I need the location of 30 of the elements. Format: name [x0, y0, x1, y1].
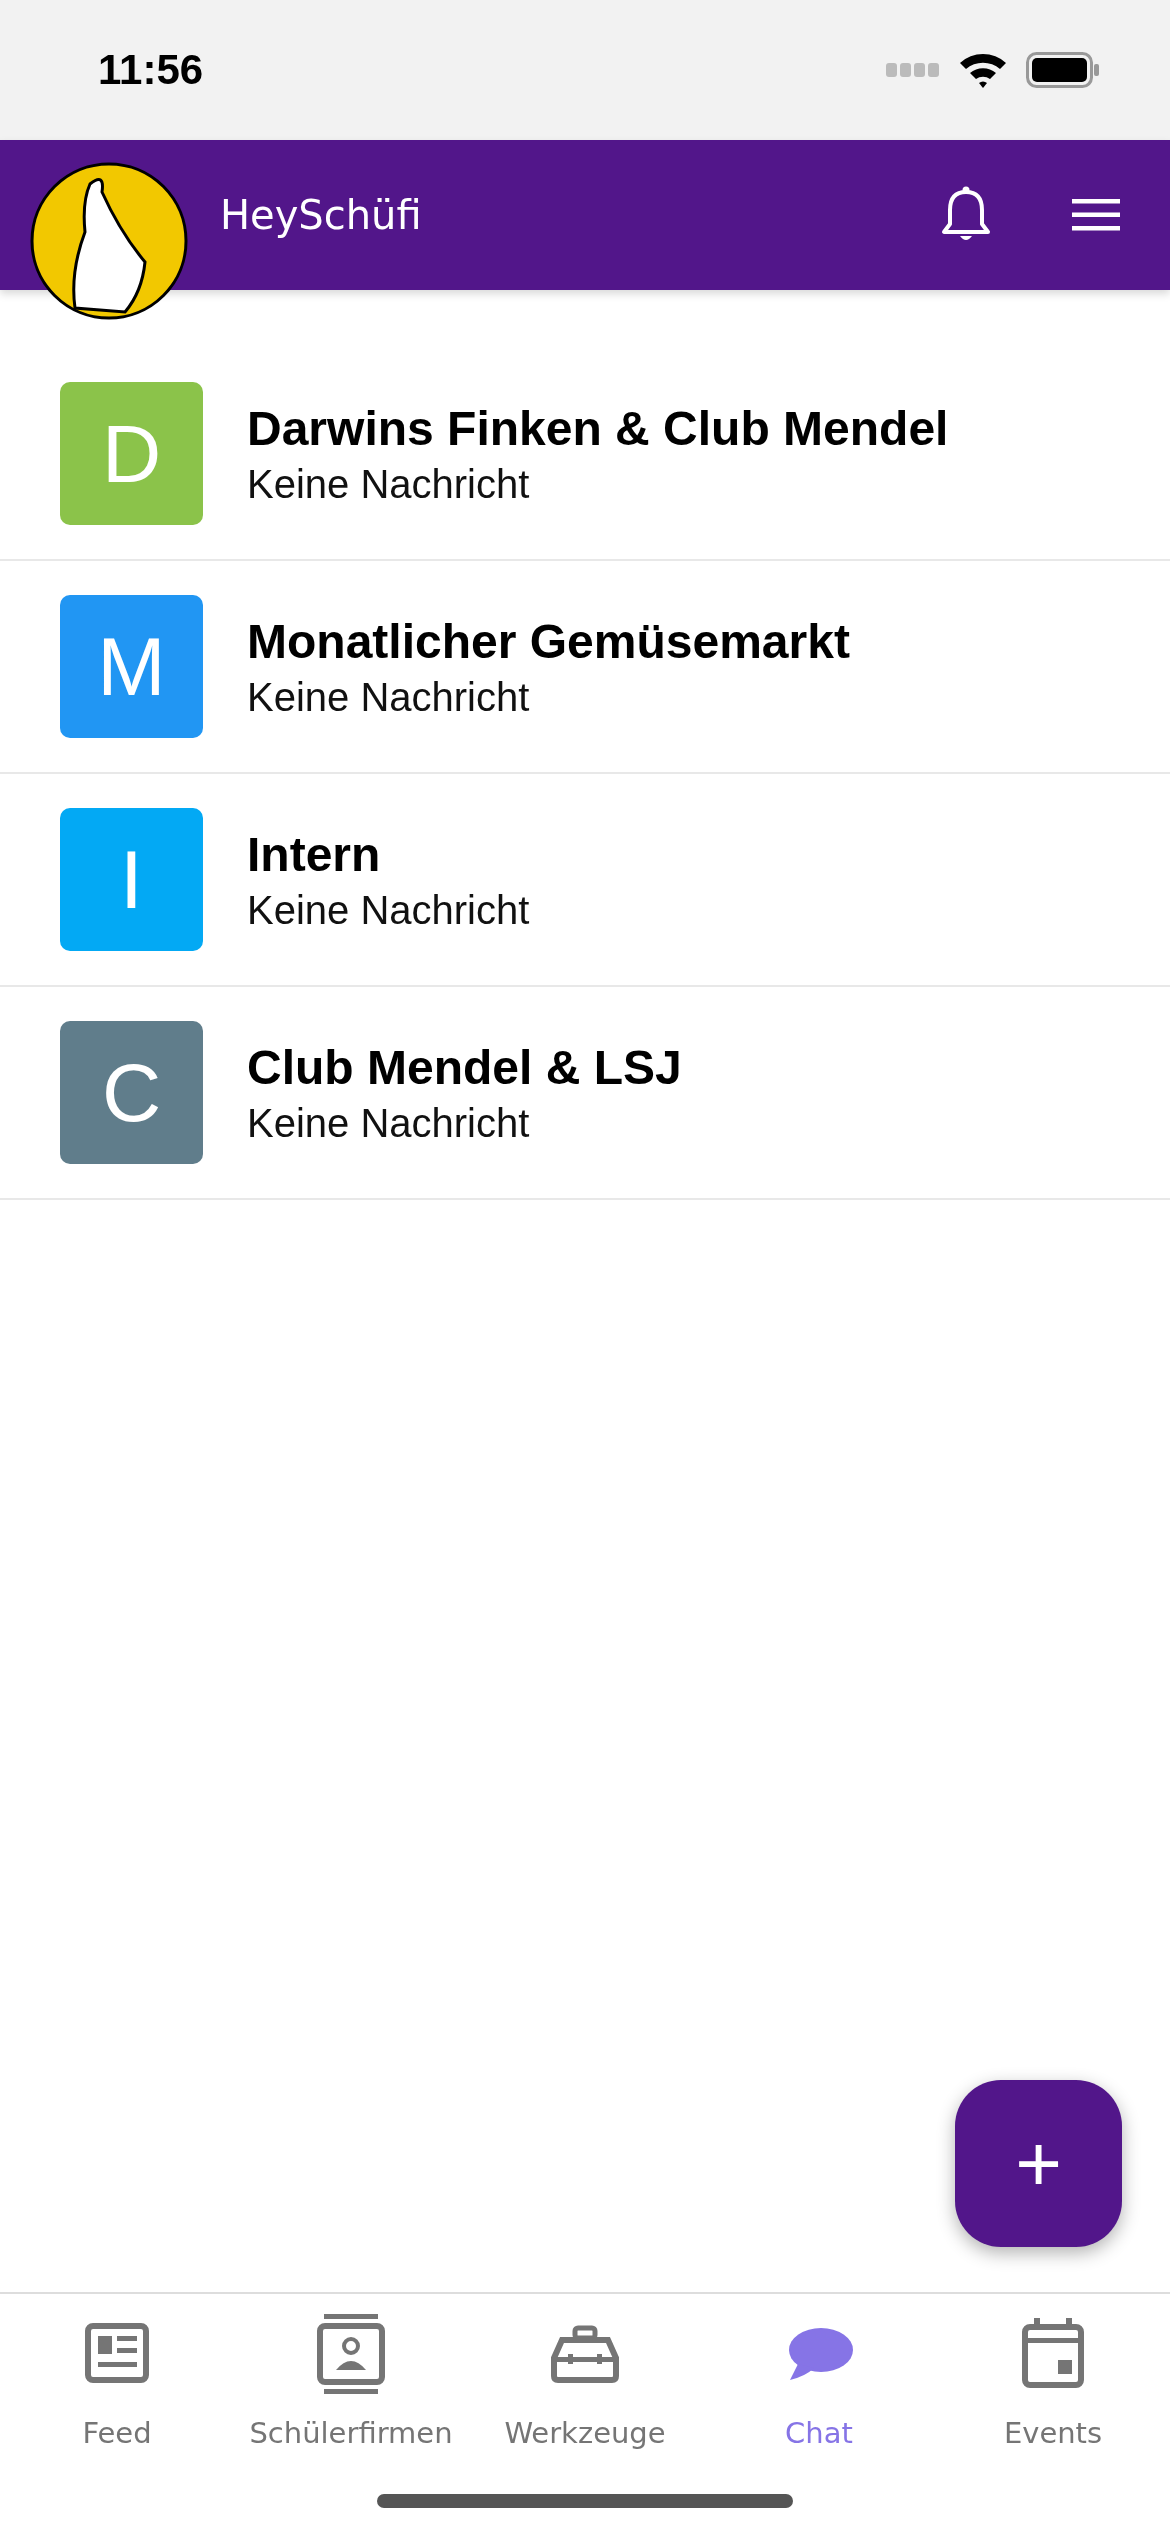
chat-avatar: D: [60, 382, 203, 525]
new-chat-button[interactable]: +: [955, 2080, 1122, 2247]
last-message: Keine Nachricht: [247, 1100, 531, 1146]
last-message: Keine Nachricht: [247, 887, 530, 933]
logo-icon: [30, 162, 188, 320]
chat-avatar: I: [60, 808, 203, 951]
tab[interactable]: Events: [936, 2314, 1170, 2450]
tab[interactable]: Schülerfirmen: [234, 2314, 468, 2450]
contact-card-icon: [316, 2314, 386, 2394]
chat-row[interactable]: D Darwins Finken & Club Mendel Keine Nachricht: [0, 348, 1170, 561]
status-time: 11:56: [98, 46, 204, 94]
chat-name: Monatlicher Gemüsemarkt: [247, 613, 850, 669]
chat-avatar: M: [60, 595, 203, 738]
tab[interactable]: Werkzeuge: [468, 2314, 702, 2450]
chat-row[interactable]: I Intern Keine Nachricht: [0, 774, 1170, 987]
tab[interactable]: Chat: [702, 2314, 936, 2450]
chat-name: Darwins Finken & Club Mendel: [247, 400, 949, 456]
chat-name: Intern: [247, 826, 382, 882]
last-message: Keine Nachricht: [247, 674, 531, 720]
battery-icon: [1026, 52, 1100, 88]
wifi-icon: [958, 51, 1008, 89]
tab[interactable]: Feed: [0, 2314, 234, 2450]
chat-avatar: C: [60, 1021, 203, 1164]
last-message: Keine Nachricht: [247, 461, 531, 507]
signal-icon: [886, 63, 940, 77]
chat-name: Club Mendel & LSJ: [247, 1039, 682, 1095]
chat-row[interactable]: M Monatlicher Gemüsemarkt Keine Nachricht: [0, 561, 1170, 774]
app-title: HeySchüfi: [220, 192, 423, 238]
chat-row[interactable]: C Club Mendel & LSJ Keine Nachricht: [0, 987, 1170, 1200]
menu-icon: [1072, 199, 1120, 231]
